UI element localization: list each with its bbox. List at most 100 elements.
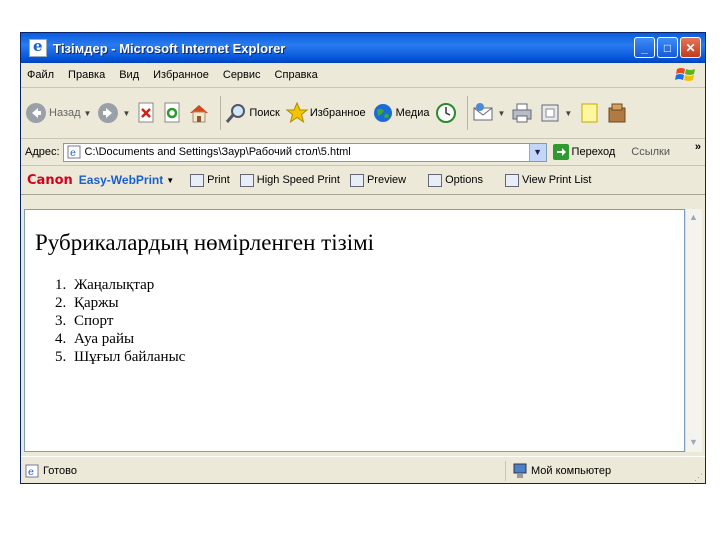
canon-logo: Canon — [27, 172, 73, 188]
home-icon — [190, 105, 209, 123]
edit-button[interactable]: ▼ — [539, 102, 572, 124]
search-label: Поиск — [249, 107, 280, 119]
title-bar[interactable]: Тізімдер - Microsoft Internet Explorer _… — [21, 33, 705, 63]
discuss-button[interactable] — [578, 102, 600, 124]
media-button[interactable]: Медиа — [372, 102, 430, 124]
refresh-button[interactable] — [162, 102, 182, 124]
easy-webprint-menu[interactable]: Easy-WebPrint — [79, 173, 163, 187]
home-button[interactable] — [188, 102, 210, 124]
links-button[interactable]: Ссылки — [631, 146, 670, 158]
print-button[interactable] — [511, 102, 533, 124]
search-button[interactable]: Поиск — [225, 102, 280, 124]
window-controls: _ □ ✕ — [634, 37, 701, 58]
canon-preview-label: Preview — [366, 174, 407, 186]
rubric-list: Жаңалықтар Қаржы Спорт Ауа райы Шұғыл ба… — [25, 276, 684, 366]
preview-icon — [349, 173, 364, 187]
ie-icon — [29, 37, 47, 57]
options-check-icon — [428, 173, 443, 187]
minimize-button[interactable]: _ — [634, 37, 655, 58]
media-globe-icon — [373, 104, 392, 122]
menu-tools[interactable]: Сервис — [223, 69, 261, 81]
messenger-button[interactable] — [606, 102, 628, 124]
canon-options-button[interactable]: Options — [428, 173, 483, 187]
forward-dropdown-icon[interactable]: ▼ — [122, 109, 130, 118]
canon-view-list-label: View Print List — [522, 174, 592, 186]
edit-dropdown-icon[interactable]: ▼ — [564, 109, 572, 118]
menu-favorites[interactable]: Избранное — [153, 69, 209, 81]
menu-help[interactable]: Справка — [275, 69, 318, 81]
address-input[interactable]: e C:\Documents and Settings\Заур\Рабочий… — [62, 142, 547, 162]
menu-file[interactable]: Файл — [27, 69, 54, 81]
computer-icon — [513, 463, 527, 478]
toolbar-chevron-icon[interactable]: » — [695, 141, 701, 153]
go-arrow-icon — [552, 144, 569, 160]
menu-edit[interactable]: Правка — [68, 69, 105, 81]
canon-print-button[interactable]: Print — [190, 173, 230, 187]
canon-high-speed-label: High Speed Print — [256, 174, 340, 186]
history-clock-icon — [436, 103, 457, 123]
vertical-scrollbar[interactable]: ▲ ▼ — [685, 209, 702, 452]
media-label: Медиа — [395, 107, 430, 119]
back-arrow-icon — [26, 103, 46, 123]
mail-icon — [473, 103, 493, 121]
go-button[interactable]: Переход — [552, 144, 616, 160]
address-label: Адрес: — [25, 146, 60, 158]
svg-text:e: e — [28, 467, 34, 478]
list-item: Қаржы — [70, 294, 684, 312]
svg-text:e: e — [70, 148, 76, 159]
security-zone: Мой компьютер — [505, 461, 611, 481]
page-icon: e — [67, 145, 81, 159]
browser-window: Тізімдер - Microsoft Internet Explorer _… — [20, 32, 706, 484]
star-icon — [285, 102, 308, 124]
toolbar-separator — [467, 96, 469, 130]
scroll-up-icon[interactable]: ▲ — [686, 209, 701, 225]
forward-arrow-icon — [98, 103, 119, 123]
stop-button[interactable] — [136, 102, 156, 124]
canon-view-list-button[interactable]: View Print List — [505, 173, 592, 187]
status-bar: e Готово Мой компьютер ⋰ — [21, 456, 705, 483]
address-url: C:\Documents and Settings\Заур\Рабочий с… — [84, 146, 351, 158]
go-label: Переход — [571, 146, 616, 158]
note-icon — [581, 103, 598, 123]
list-icon — [505, 173, 519, 187]
history-button[interactable] — [435, 102, 457, 124]
list-item: Шұғыл байланыс — [70, 348, 684, 366]
maximize-button[interactable]: □ — [657, 37, 678, 58]
zone-label: Мой компьютер — [531, 465, 612, 477]
favorites-button[interactable]: Избранное — [285, 102, 366, 124]
menu-bar: Файл Правка Вид Избранное Сервис Справка — [21, 63, 705, 88]
canon-preview-button[interactable]: Preview — [349, 173, 407, 187]
stop-icon — [138, 102, 154, 123]
toolbar-separator — [220, 96, 222, 130]
status-text: Готово — [43, 465, 77, 477]
refresh-icon — [164, 102, 180, 123]
status-main: e Готово — [21, 464, 505, 478]
close-button[interactable]: ✕ — [680, 37, 701, 58]
canon-options-label: Options — [445, 174, 483, 186]
menu-view[interactable]: Вид — [119, 69, 139, 81]
favorites-label: Избранное — [309, 107, 366, 119]
messenger-icon — [608, 103, 626, 123]
windows-logo-icon — [675, 68, 695, 81]
search-icon — [226, 104, 246, 123]
printer-icon — [190, 173, 205, 187]
easy-webprint-dropdown-icon[interactable]: ▼ — [166, 176, 174, 185]
mail-button[interactable]: ▼ — [472, 102, 505, 124]
scroll-down-icon[interactable]: ▼ — [686, 434, 701, 450]
printer-fast-icon — [239, 173, 254, 187]
list-item: Жаңалықтар — [70, 276, 684, 294]
address-bar: Адрес: e C:\Documents and Settings\Заур\… — [21, 139, 705, 166]
page-done-icon: e — [25, 464, 39, 478]
canon-high-speed-button[interactable]: High Speed Print — [239, 173, 340, 187]
forward-button[interactable]: ▼ — [97, 102, 130, 124]
resize-grip-icon[interactable]: ⋰ — [694, 472, 703, 483]
back-button[interactable]: Назад ▼ — [25, 102, 91, 124]
printer-icon — [512, 103, 532, 123]
back-dropdown-icon[interactable]: ▼ — [84, 109, 92, 118]
back-label: Назад — [49, 107, 81, 119]
page-content[interactable]: Рубрикалардың нөмірленген тізімі Жаңалық… — [24, 209, 685, 452]
list-item: Спорт — [70, 312, 684, 330]
address-dropdown-icon[interactable]: ▼ — [528, 143, 546, 161]
mail-dropdown-icon[interactable]: ▼ — [497, 109, 505, 118]
standard-toolbar: Назад ▼ ▼ Поиск Избранное Медиа ▼ ▼ — [21, 88, 705, 139]
